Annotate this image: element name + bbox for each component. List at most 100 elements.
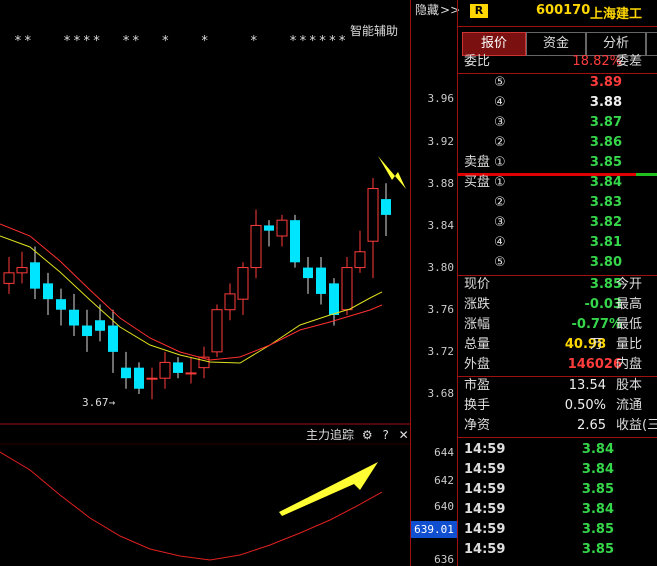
candle-body — [159, 361, 171, 379]
quote-value: 146026 — [567, 357, 622, 372]
tick-price: 3.85 — [581, 482, 614, 497]
candle-body — [43, 283, 53, 300]
level-number: ② — [494, 135, 506, 150]
candle-body — [121, 367, 131, 379]
candle-body — [264, 225, 274, 231]
level-price: 3.83 — [589, 195, 622, 210]
order-book-level[interactable]: ④ 3.88 — [464, 93, 657, 113]
lower-axis-label: 642 — [434, 474, 454, 487]
stock-header: R 600170 上海建工 — [458, 0, 657, 24]
candle-body — [276, 219, 288, 237]
level-number: ⑤ — [494, 255, 506, 270]
hide-toggle[interactable]: 隐藏>> — [415, 1, 460, 18]
price-axis-label: 3.84 — [427, 219, 455, 232]
annotation-arrow-upper — [378, 156, 406, 189]
tick-time: 14:59 — [464, 542, 506, 557]
gear-icon[interactable]: ⚙ — [362, 428, 373, 442]
smart-assist-label[interactable]: 智能辅助 — [350, 22, 398, 39]
candle-body — [250, 224, 262, 269]
tick-time: 14:59 — [464, 522, 506, 537]
level-price: 3.80 — [589, 255, 622, 270]
candle-body — [381, 199, 391, 215]
candle-body — [95, 320, 105, 331]
stock-code: 600170 — [536, 3, 591, 18]
candle-body — [224, 293, 236, 311]
tick-row: 14:59 3.84 — [464, 460, 657, 480]
level-number: ⑤ — [494, 75, 506, 90]
weibi-value: 18.82% — [572, 54, 622, 69]
order-book-level[interactable]: 买盘 ① 3.84 — [464, 173, 657, 193]
quote-row: 现价 3.85 今开 — [464, 275, 657, 295]
candle-body — [211, 309, 223, 353]
tick-price: 3.84 — [581, 502, 614, 517]
candle-body — [108, 325, 118, 352]
candle-body — [185, 372, 197, 375]
order-book-level[interactable]: ③ 3.87 — [464, 113, 657, 133]
lower-axis-label: 640 — [434, 500, 454, 513]
candle-body — [303, 267, 313, 279]
candle-body — [316, 267, 326, 294]
order-book-level[interactable]: ⑤ 3.89 — [464, 73, 657, 93]
candle-body — [341, 267, 353, 311]
level-price: 3.81 — [589, 235, 622, 250]
tick-time: 14:59 — [464, 442, 506, 457]
candle-body — [16, 267, 28, 274]
level-number: ④ — [494, 235, 506, 250]
lower-current-value: 639.01 — [411, 521, 457, 538]
help-icon[interactable]: ? — [382, 428, 388, 442]
tick-row: 14:59 3.84 — [464, 500, 657, 520]
order-book-level[interactable]: ④ 3.81 — [464, 233, 657, 253]
level-price: 3.85 — [589, 155, 622, 170]
candle-body — [237, 267, 249, 300]
price-axis-label: 3.68 — [427, 387, 455, 400]
candle-body — [69, 309, 79, 326]
tick-price: 3.84 — [581, 442, 614, 457]
tick-time: 14:59 — [464, 482, 506, 497]
level-number: ② — [494, 195, 506, 210]
lower-panel-toolbar: 主力追踪 ⚙ ? ✕ — [306, 426, 409, 443]
close-icon[interactable]: ✕ — [399, 428, 409, 442]
order-book-level[interactable]: 卖盘 ① 3.85 — [464, 153, 657, 173]
price-axis-label: 3.72 — [427, 345, 455, 358]
level-price: 3.87 — [589, 115, 622, 130]
price-axis-label: 3.76 — [427, 303, 455, 316]
price-axis-label: 3.96 — [427, 92, 455, 105]
tick-row: 14:59 3.85 — [464, 540, 657, 560]
stat-value: 13.54 — [568, 378, 606, 393]
level-price: 3.86 — [589, 135, 622, 150]
level-price: 3.84 — [589, 175, 622, 190]
tick-price: 3.84 — [581, 462, 614, 477]
price-axis: 隐藏>> 3.96 3.92 3.88 3.84 3.80 3.76 3.72 3.68 644… — [410, 0, 460, 566]
price-axis-label: 3.92 — [427, 135, 455, 148]
quote-panel: R 600170 上海建工 报价 资金 分析 委比 18.82% 委差 ⑤ 3.8… — [457, 0, 657, 566]
level-price: 3.82 — [589, 215, 622, 230]
lower-axis-label: 644 — [434, 446, 454, 459]
weibi-row: 委比 18.82% 委差 — [464, 52, 657, 72]
tick-time: 14:59 — [464, 462, 506, 477]
level-price: 3.88 — [589, 95, 622, 110]
quote-row: 涨跌 -0.03 最高 — [464, 295, 657, 315]
kline-chart[interactable]: ** **** ** * * * ****** 智能辅助 3.67→ 主力追踪 … — [0, 0, 410, 566]
order-book-level[interactable]: ② 3.83 — [464, 193, 657, 213]
order-book-level[interactable]: ③ 3.82 — [464, 213, 657, 233]
candle-body — [354, 251, 366, 269]
stat-row: 净资 2.65 收益(三 — [464, 416, 657, 436]
candle-body — [367, 188, 379, 242]
tick-row: 14:59 3.85 — [464, 520, 657, 540]
r-badge: R — [470, 4, 488, 18]
order-book-level[interactable]: ② 3.86 — [464, 133, 657, 153]
quote-row: 涨幅 -0.77% 最低 — [464, 315, 657, 335]
candle-body — [173, 362, 183, 373]
order-book-level[interactable]: ⑤ 3.80 — [464, 253, 657, 273]
stat-value: 2.65 — [577, 418, 606, 433]
candle-body — [56, 299, 66, 310]
stat-value: 0.50% — [564, 398, 606, 413]
lower-panel-title[interactable]: 主力追踪 — [306, 428, 354, 442]
candle-body — [82, 325, 92, 337]
price-axis-label: 3.80 — [427, 261, 455, 274]
quote-row: 外盘 146026 内盘 — [464, 355, 657, 375]
level-number: ① — [494, 155, 506, 170]
tick-price: 3.85 — [581, 542, 614, 557]
candle-body — [290, 220, 300, 263]
signal-stars: ** **** ** * * * ****** — [14, 34, 349, 49]
